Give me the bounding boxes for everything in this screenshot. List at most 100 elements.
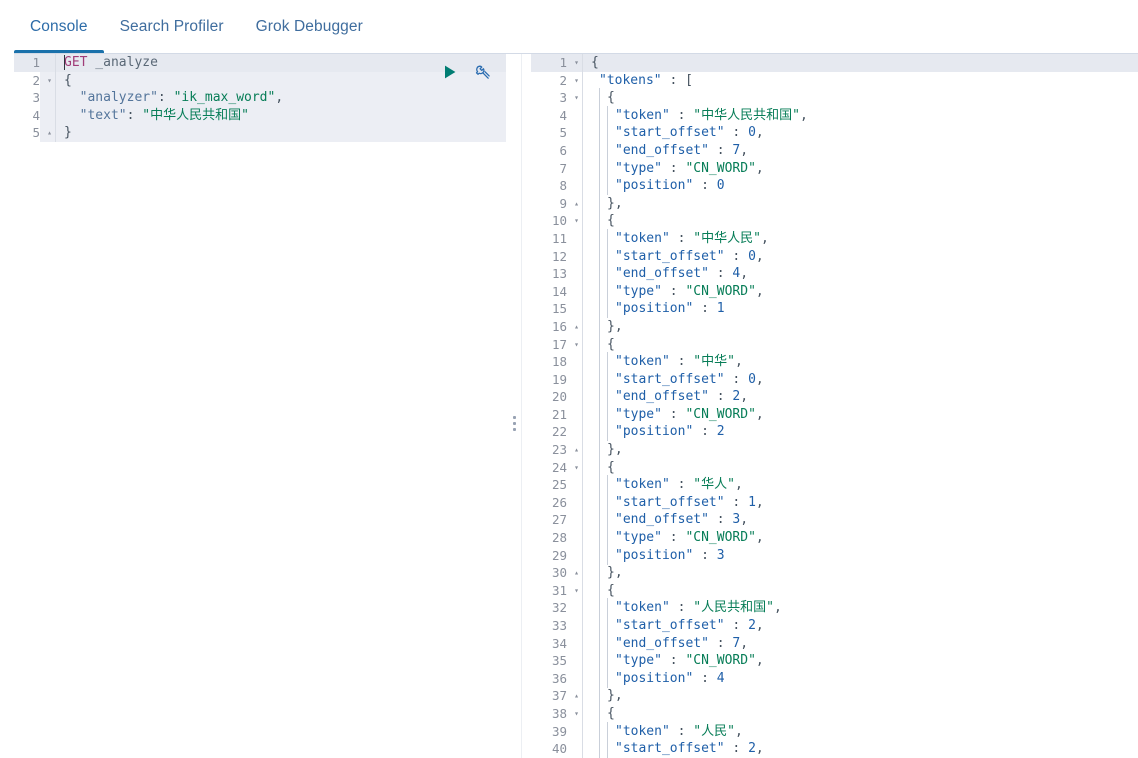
- response-line[interactable]: 36 "position" : 4: [531, 668, 1138, 688]
- response-line[interactable]: 28 "type" : "CN_WORD",: [531, 528, 1138, 547]
- response-line-text: "end_offset" : 7,: [583, 140, 1138, 160]
- json-number-value: 2: [748, 618, 756, 633]
- response-line[interactable]: 20 "end_offset" : 2,: [531, 387, 1138, 406]
- fold-toggle-icon[interactable]: ▾: [571, 336, 582, 354]
- line-number: 15: [551, 301, 567, 317]
- response-line[interactable]: 22 "position" : 2: [531, 422, 1138, 442]
- tab-console[interactable]: Console: [14, 0, 104, 53]
- fold-toggle-icon[interactable]: ▴: [571, 687, 582, 705]
- fold-toggle-icon[interactable]: ▴: [571, 441, 582, 459]
- play-triangle-icon[interactable]: [440, 62, 460, 82]
- fold-toggle-icon[interactable]: ▴: [571, 195, 582, 213]
- response-line-text: "position" : 0: [583, 176, 1138, 195]
- response-lines[interactable]: 1 ▾{2 ▾ "tokens" : [3 ▾ {4 "token" : "中华人民共…: [531, 54, 1138, 758]
- response-line[interactable]: 30 ▴ },: [531, 563, 1138, 582]
- console-response-editor[interactable]: 1 ▾{2 ▾ "tokens" : [3 ▾ {4 "token" : "中华人民共…: [531, 54, 1138, 758]
- fold-toggle-icon[interactable]: ▾: [571, 212, 582, 230]
- fold-toggle-icon[interactable]: ▾: [571, 705, 582, 723]
- response-line[interactable]: 27 "end_offset" : 3,: [531, 510, 1138, 530]
- response-line[interactable]: 15 "position" : 1: [531, 299, 1138, 318]
- response-line[interactable]: 31 ▾ {: [531, 580, 1138, 600]
- response-line[interactable]: 29 "position" : 3: [531, 545, 1138, 565]
- json-punct: ,: [755, 371, 764, 387]
- response-line[interactable]: 26 "start_offset" : 1,: [531, 492, 1138, 512]
- response-line[interactable]: 17 ▾ {: [531, 334, 1138, 354]
- json-punct: :: [693, 547, 717, 563]
- response-line[interactable]: 35 "type" : "CN_WORD",: [531, 651, 1138, 670]
- line-number: 26: [551, 494, 567, 510]
- json-punct: ,: [734, 354, 743, 370]
- response-line[interactable]: 2 ▾ "tokens" : [: [531, 71, 1138, 90]
- response-line[interactable]: 16 ▴ },: [531, 316, 1138, 336]
- response-line[interactable]: 32 "token" : "人民共和国",: [531, 598, 1138, 617]
- fold-toggle-icon[interactable]: ▾: [571, 89, 582, 107]
- json-number-value: 4: [716, 670, 725, 686]
- request-line[interactable]: 1 GET _analyze: [14, 54, 506, 72]
- fold-toggle-icon[interactable]: ▾: [44, 72, 55, 90]
- fold-toggle-icon[interactable]: ▾: [571, 459, 582, 477]
- request-actions: [440, 62, 492, 82]
- tab-search-profiler[interactable]: Search Profiler: [104, 0, 240, 53]
- indent-guide: [599, 404, 607, 424]
- indent-guide: [607, 246, 615, 266]
- request-line[interactable]: 4 "text": "中华人民共和国": [14, 106, 506, 125]
- response-line[interactable]: 5 "start_offset" : 0,: [531, 123, 1138, 142]
- line-number: 4: [559, 107, 567, 123]
- indent-guide: [591, 124, 599, 142]
- fold-toggle-icon[interactable]: ▾: [571, 582, 582, 600]
- tab-grok-debugger[interactable]: Grok Debugger: [240, 0, 379, 53]
- line-number: 23: [551, 442, 567, 458]
- request-pane[interactable]: 1 GET _analyze 2 ▾ {3 "analyzer": "ik_max_wo…: [14, 54, 506, 758]
- response-line[interactable]: 13 "end_offset" : 4,: [531, 264, 1138, 283]
- json-key: "token": [615, 723, 670, 739]
- response-line[interactable]: 19 "start_offset" : 0,: [531, 369, 1138, 389]
- fold-toggle-icon[interactable]: ▾: [571, 54, 582, 72]
- response-line[interactable]: 9 ▴ },: [531, 193, 1138, 213]
- response-line-text: "end_offset" : 3,: [583, 510, 1138, 530]
- response-line[interactable]: 23 ▴ },: [531, 440, 1138, 459]
- json-number-value: 2: [748, 741, 756, 757]
- response-line[interactable]: 4 "token" : "中华人民共和国",: [531, 105, 1138, 125]
- pane-resize-handle[interactable]: [509, 412, 519, 434]
- json-string-value: "中华": [693, 354, 735, 370]
- response-pane[interactable]: 1 ▾{2 ▾ "tokens" : [3 ▾ {4 "token" : "中华人民共…: [531, 54, 1138, 758]
- request-line[interactable]: 3 "analyzer": "ik_max_word",: [14, 89, 506, 107]
- json-string-value: "CN_WORD": [685, 653, 756, 669]
- response-line[interactable]: 12 "start_offset" : 0,: [531, 246, 1138, 266]
- response-line-text: "tokens" : [: [583, 72, 1138, 90]
- response-line[interactable]: 7 "type" : "CN_WORD",: [531, 158, 1138, 178]
- json-punct: :: [693, 424, 717, 440]
- response-line[interactable]: 18 "token" : "中华",: [531, 352, 1138, 371]
- line-number: 16: [551, 318, 567, 334]
- response-line[interactable]: 14 "type" : "CN_WORD",: [531, 281, 1138, 301]
- line-number: 3: [559, 90, 567, 106]
- response-line[interactable]: 6 "end_offset" : 7,: [531, 140, 1138, 160]
- response-line[interactable]: 25 "token" : "华人",: [531, 475, 1138, 494]
- response-line[interactable]: 37 ▴ },: [531, 686, 1138, 705]
- response-line[interactable]: 39 "token" : "人民",: [531, 721, 1138, 741]
- response-line[interactable]: 33 "start_offset" : 2,: [531, 616, 1138, 635]
- line-number: 32: [551, 600, 567, 616]
- json-key: "token": [615, 107, 670, 123]
- fold-toggle-icon[interactable]: ▴: [571, 318, 582, 336]
- console-request-editor[interactable]: 1 GET _analyze 2 ▾ {3 "analyzer": "ik_max_wo…: [14, 54, 506, 758]
- response-line[interactable]: 24 ▾ {: [531, 457, 1138, 477]
- request-line[interactable]: 5 ▴}: [14, 124, 506, 142]
- wrench-icon[interactable]: [472, 62, 492, 82]
- response-line[interactable]: 10 ▾ {: [531, 211, 1138, 230]
- response-line[interactable]: 8 "position" : 0: [531, 176, 1138, 195]
- response-line[interactable]: 21 "type" : "CN_WORD",: [531, 404, 1138, 424]
- fold-toggle-icon[interactable]: ▾: [571, 72, 582, 90]
- response-line[interactable]: 38 ▾ {: [531, 703, 1138, 723]
- response-line[interactable]: 34 "end_offset" : 7,: [531, 633, 1138, 653]
- fold-toggle-icon[interactable]: ▴: [44, 124, 55, 142]
- line-number: 35: [551, 653, 567, 669]
- response-line[interactable]: 11 "token" : "中华人民",: [531, 228, 1138, 248]
- request-lines[interactable]: 1 GET _analyze 2 ▾ {3 "analyzer": "ik_max_wo…: [14, 54, 506, 142]
- request-line[interactable]: 2 ▾ {: [14, 71, 506, 90]
- response-line[interactable]: 3 ▾ {: [531, 88, 1138, 107]
- response-line[interactable]: 1 ▾ {: [531, 54, 1138, 72]
- fold-toggle-icon[interactable]: ▴: [571, 564, 582, 582]
- response-line[interactable]: 40 "start_offset" : 2,: [531, 739, 1138, 758]
- indent-guide: [599, 616, 607, 635]
